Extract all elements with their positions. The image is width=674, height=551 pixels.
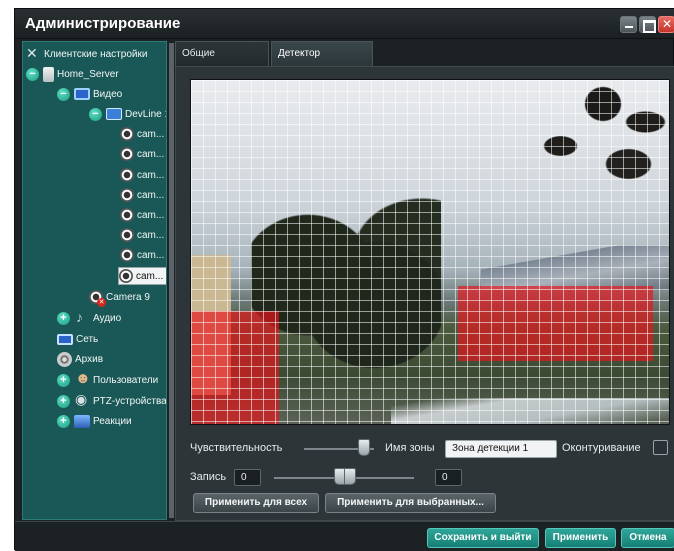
title-bar[interactable]: Администрирование	[15, 9, 674, 39]
tree-item-label: Camera 9	[106, 291, 150, 303]
tree-item-camera9[interactable]: Camera 9	[89, 288, 150, 307]
tree-item-archive[interactable]: Архив	[57, 350, 103, 368]
tree-item-cam[interactable]: cam...	[120, 206, 164, 224]
ptz-icon	[74, 391, 90, 408]
tree-item-server[interactable]: − Home_Server	[26, 65, 119, 83]
camera-icon	[120, 168, 134, 182]
tree-item-network[interactable]: Сеть	[57, 330, 98, 348]
minimize-icon[interactable]	[620, 16, 637, 33]
tools-icon	[25, 45, 41, 62]
tree-item-label: Сеть	[76, 333, 99, 345]
tree-item-cam[interactable]: cam...	[120, 125, 164, 143]
settings-tree: Клиентские настройки − Home_Server − Вид…	[22, 41, 167, 520]
collapse-icon[interactable]: −	[57, 87, 70, 101]
tree-item-cam-selected[interactable]: cam...	[118, 267, 166, 285]
camera-preview[interactable]	[190, 79, 670, 425]
cancel-button[interactable]: Отмена	[621, 528, 674, 548]
monitor-icon	[74, 88, 90, 100]
camera-icon	[120, 208, 134, 222]
admin-window: Администрирование Клиентские настройки −…	[14, 8, 674, 551]
contour-checkbox[interactable]	[653, 440, 668, 455]
tree-item-cam[interactable]: cam...	[120, 166, 164, 184]
tree-item-cam[interactable]: cam...	[120, 186, 164, 204]
tree-item-label: cam...	[136, 270, 164, 282]
tree-item-cam[interactable]: cam...	[120, 145, 164, 163]
record-range-thumb[interactable]	[334, 468, 356, 485]
maximize-icon[interactable]	[639, 16, 656, 33]
tree-item-users[interactable]: + Пользователи	[57, 370, 159, 389]
tree-item-label: cam...	[137, 229, 165, 241]
record-from-field[interactable]: 0	[234, 469, 261, 486]
close-icon[interactable]	[658, 16, 674, 33]
tree-item-label: Аудио	[93, 312, 122, 324]
window-title: Администрирование	[25, 15, 181, 32]
tree-item-label: Пользователи	[93, 374, 159, 386]
footer-bar: Сохранить и выйти Применить Отмена	[15, 521, 674, 551]
expand-icon[interactable]: +	[57, 394, 70, 408]
sensitivity-slider-thumb[interactable]	[357, 439, 370, 456]
tree-item-label: cam...	[137, 189, 165, 201]
expand-icon[interactable]: +	[57, 311, 70, 325]
record-label: Запись	[190, 471, 227, 483]
reactions-icon	[74, 414, 90, 428]
sensitivity-label: Чувствительность	[190, 442, 283, 454]
tree-item-label: Реакции	[93, 415, 132, 427]
camera-icon	[120, 127, 134, 141]
tree-item-label: PTZ-устройства	[93, 395, 167, 407]
tab-general-settings[interactable]: Общие настройки	[175, 41, 269, 83]
server-icon	[43, 66, 54, 82]
tree-item-cam[interactable]: cam...	[120, 246, 164, 264]
tree-item-label: Home_Server	[57, 68, 119, 80]
tree-item-device[interactable]: − DevLine 1	[89, 105, 167, 123]
tree-item-label: cam...	[137, 249, 165, 261]
tree-item-label: cam...	[137, 128, 165, 140]
tree-item-label: Архив	[75, 353, 104, 365]
tree-item-label: cam...	[137, 169, 165, 181]
apply-selected-button[interactable]: Применить для выбранных...	[325, 493, 496, 513]
tree-item-video[interactable]: − Видео	[57, 85, 122, 103]
save-and-exit-button[interactable]: Сохранить и выйти	[427, 528, 539, 548]
camera-icon	[120, 248, 134, 262]
device-icon	[106, 108, 122, 120]
users-icon	[74, 370, 91, 387]
tree-item-label: cam...	[137, 209, 165, 221]
tree-item-label: Клиентские настройки	[44, 48, 148, 60]
record-to-field[interactable]: 0	[435, 469, 462, 486]
apply-all-button[interactable]: Применить для всех	[193, 493, 319, 513]
tree-item-ptz[interactable]: + PTZ-устройства	[57, 391, 167, 410]
contour-label: Оконтуривание	[562, 442, 641, 454]
apply-button[interactable]: Применить	[545, 528, 616, 548]
camera-icon	[119, 269, 133, 283]
detection-grid[interactable]	[191, 80, 669, 424]
collapse-icon[interactable]: −	[26, 67, 39, 81]
tree-item-client-settings[interactable]: Клиентские настройки	[25, 45, 147, 63]
sidebar-splitter[interactable]	[169, 43, 174, 518]
camera-icon	[120, 147, 134, 161]
tree-item-reactions[interactable]: + Реакции	[57, 412, 132, 430]
tree-item-audio[interactable]: + Аудио	[57, 309, 121, 327]
expand-icon[interactable]: +	[57, 414, 70, 428]
tree-item-cam[interactable]: cam...	[120, 226, 164, 244]
tab-motion-detector[interactable]: Детектор движения	[271, 41, 373, 83]
tree-item-label: DevLine 1	[125, 108, 167, 120]
camera-offline-icon	[89, 290, 106, 307]
tree-item-label: Видео	[93, 88, 123, 100]
expand-icon[interactable]: +	[57, 373, 70, 387]
motion-detector-panel: Чувствительность Имя зоны Зона детекции …	[175, 66, 674, 521]
archive-icon	[57, 351, 72, 367]
network-icon	[57, 333, 73, 345]
audio-icon	[74, 309, 90, 325]
tree-item-label: cam...	[137, 148, 165, 160]
camera-icon	[120, 188, 134, 202]
camera-icon	[120, 228, 134, 242]
zone-name-input[interactable]: Зона детекции 1	[445, 440, 557, 458]
zone-name-label: Имя зоны	[385, 442, 435, 454]
collapse-icon[interactable]: −	[89, 107, 102, 121]
